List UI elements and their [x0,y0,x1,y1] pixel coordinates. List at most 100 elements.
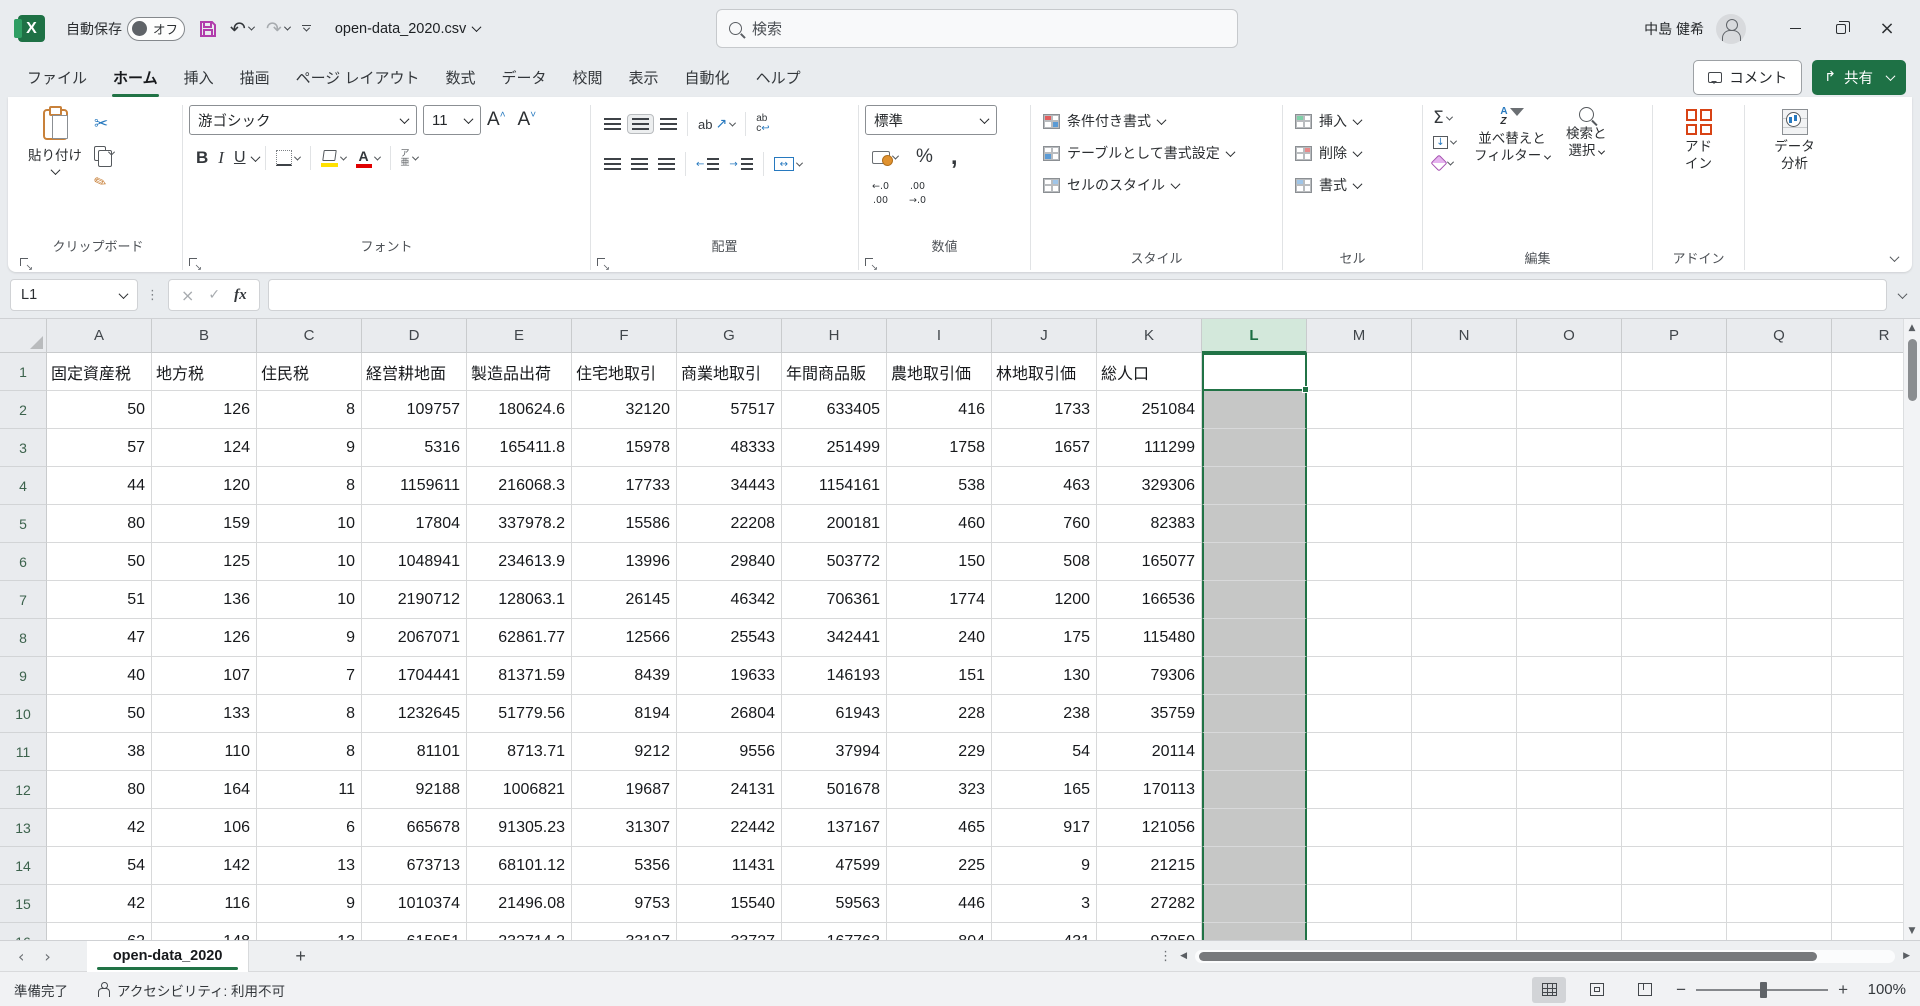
cell-J15[interactable]: 3 [992,885,1097,923]
cell-O15[interactable] [1517,885,1622,923]
cell-M3[interactable] [1307,429,1412,467]
cell-P13[interactable] [1622,809,1727,847]
cell-G5[interactable]: 22208 [677,505,782,543]
cell-H4[interactable]: 1154161 [782,467,887,505]
cell-F16[interactable]: 33197 [572,923,677,940]
decrease-indent-button[interactable]: ← [692,155,723,173]
conditional-formatting-button[interactable]: 条件付き書式 [1037,105,1171,137]
cell-D1[interactable]: 経営耕地面 [362,353,467,391]
cell-E13[interactable]: 91305.23 [467,809,572,847]
cell-O5[interactable] [1517,505,1622,543]
cell-K16[interactable]: 97950 [1097,923,1202,940]
increase-decimal-button[interactable]: ←.0.00 [868,179,893,209]
cell-R10[interactable] [1832,695,1903,733]
cell-A4[interactable]: 44 [47,467,152,505]
cell-G6[interactable]: 29840 [677,543,782,581]
cell-L4[interactable] [1202,467,1307,505]
bold-button[interactable]: B [192,145,212,171]
tab-automate[interactable]: 自動化 [672,59,743,96]
cell-F9[interactable]: 8439 [572,657,677,695]
row-header-6[interactable]: 6 [0,543,47,581]
cell-B8[interactable]: 126 [152,619,257,657]
cell-K9[interactable]: 79306 [1097,657,1202,695]
autosave-control[interactable]: 自動保存 オフ [66,17,185,41]
user-name[interactable]: 中島 健希 [1644,19,1704,39]
cell-O9[interactable] [1517,657,1622,695]
percent-style-button[interactable]: % [912,143,937,171]
cell-O7[interactable] [1517,581,1622,619]
cell-D8[interactable]: 2067071 [362,619,467,657]
cell-M4[interactable] [1307,467,1412,505]
cell-styles-button[interactable]: セルのスタイル [1037,169,1185,201]
cell-E15[interactable]: 21496.08 [467,885,572,923]
cell-L8[interactable] [1202,619,1307,657]
cell-F15[interactable]: 9753 [572,885,677,923]
sheet-tab-splitter[interactable]: ⋮ [1159,949,1172,964]
cell-J6[interactable]: 508 [992,543,1097,581]
cell-H8[interactable]: 342441 [782,619,887,657]
cell-D5[interactable]: 17804 [362,505,467,543]
cell-C16[interactable]: 13 [257,923,362,940]
cell-M6[interactable] [1307,543,1412,581]
cell-K10[interactable]: 35759 [1097,695,1202,733]
cell-A5[interactable]: 80 [47,505,152,543]
cell-D3[interactable]: 5316 [362,429,467,467]
cell-A16[interactable]: 62 [47,923,152,940]
autosum-dropdown-icon[interactable] [1446,113,1453,120]
cell-L2[interactable] [1202,391,1307,429]
cell-I11[interactable]: 229 [887,733,992,771]
cell-I9[interactable]: 151 [887,657,992,695]
cell-Q16[interactable] [1727,923,1832,940]
collapse-ribbon-button[interactable] [1890,252,1900,262]
cell-P7[interactable] [1622,581,1727,619]
paste-button[interactable]: 貼り付け [20,105,90,179]
cell-R3[interactable] [1832,429,1903,467]
cell-M7[interactable] [1307,581,1412,619]
fill-dropdown-icon[interactable] [1450,138,1457,145]
cell-L6[interactable] [1202,543,1307,581]
cell-E11[interactable]: 8713.71 [467,733,572,771]
cell-Q8[interactable] [1727,619,1832,657]
delete-cells-button[interactable]: 削除 [1289,137,1367,169]
cell-D14[interactable]: 673713 [362,847,467,885]
cell-C2[interactable]: 8 [257,391,362,429]
cell-M11[interactable] [1307,733,1412,771]
column-header-M[interactable]: M [1307,319,1412,353]
wrap-text-button[interactable]: ab c↩ [752,111,773,137]
cell-C12[interactable]: 11 [257,771,362,809]
cell-J3[interactable]: 1657 [992,429,1097,467]
cell-F7[interactable]: 26145 [572,581,677,619]
cell-N9[interactable] [1412,657,1517,695]
cell-Q13[interactable] [1727,809,1832,847]
cell-J8[interactable]: 175 [992,619,1097,657]
cell-A10[interactable]: 50 [47,695,152,733]
cell-J4[interactable]: 463 [992,467,1097,505]
cell-N15[interactable] [1412,885,1517,923]
align-center-button[interactable] [627,155,652,173]
font-color-dropdown-icon[interactable] [373,153,380,160]
vertical-scrollbar-thumb[interactable] [1908,339,1917,401]
cell-D16[interactable]: 615951 [362,923,467,940]
cell-R4[interactable] [1832,467,1903,505]
cell-N3[interactable] [1412,429,1517,467]
cell-I4[interactable]: 538 [887,467,992,505]
page-break-view-button[interactable] [1628,977,1662,1003]
next-sheet-button[interactable]: › [34,947,60,966]
cell-M13[interactable] [1307,809,1412,847]
row-header-11[interactable]: 11 [0,733,47,771]
cell-O16[interactable] [1517,923,1622,940]
cell-M8[interactable] [1307,619,1412,657]
cell-P14[interactable] [1622,847,1727,885]
column-header-J[interactable]: J [992,319,1097,353]
cell-M14[interactable] [1307,847,1412,885]
cell-E8[interactable]: 62861.77 [467,619,572,657]
column-header-P[interactable]: P [1622,319,1727,353]
cell-R15[interactable] [1832,885,1903,923]
column-header-H[interactable]: H [782,319,887,353]
cell-P15[interactable] [1622,885,1727,923]
cell-F4[interactable]: 17733 [572,467,677,505]
cell-L5[interactable] [1202,505,1307,543]
sheet-tab-active[interactable]: open-data_2020 [87,941,250,972]
cell-I13[interactable]: 465 [887,809,992,847]
tab-file[interactable]: ファイル [14,59,100,96]
